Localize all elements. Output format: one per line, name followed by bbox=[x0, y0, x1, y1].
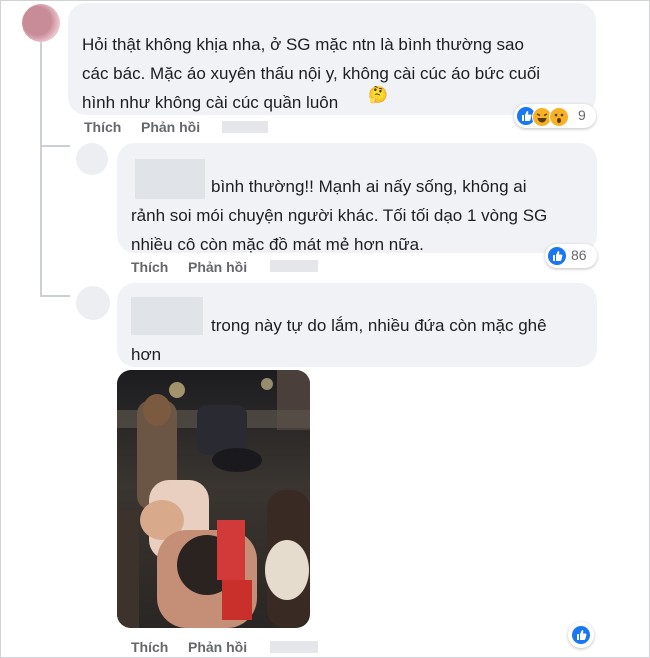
like-button[interactable]: Thích bbox=[131, 639, 168, 655]
like-button[interactable]: Thích bbox=[84, 119, 121, 135]
reaction-summary[interactable]: 86 bbox=[545, 244, 597, 268]
avatar[interactable] bbox=[76, 143, 108, 175]
like-button[interactable]: Thích bbox=[131, 259, 168, 275]
reply-button[interactable]: Phản hồi bbox=[141, 119, 200, 135]
timestamp-redacted bbox=[270, 260, 318, 272]
reaction-count: 86 bbox=[571, 247, 587, 263]
wow-icon bbox=[549, 107, 569, 127]
thread-line-branch-1 bbox=[40, 145, 70, 147]
thinking-emoji: 🤔 bbox=[368, 87, 388, 104]
thread-line-main bbox=[40, 42, 42, 296]
timestamp-redacted bbox=[222, 121, 268, 133]
reply-button[interactable]: Phản hồi bbox=[188, 639, 247, 655]
comment-text: Hỏi thật không khịa nha, ở SG mặc ntn là… bbox=[82, 35, 541, 112]
comment-text: trong này tự do lắm, nhiều đứa còn mặc g… bbox=[131, 316, 547, 364]
comment-text: bình thường!! Mạnh ai nấy sống, không ai… bbox=[131, 177, 548, 254]
reply-button[interactable]: Phản hồi bbox=[188, 259, 247, 275]
reaction-count: 9 bbox=[578, 107, 586, 123]
comment-bubble: bình thường!! Mạnh ai nấy sống, không ai… bbox=[117, 143, 597, 254]
like-icon bbox=[572, 626, 590, 644]
attached-photo[interactable] bbox=[117, 370, 310, 628]
like-icon bbox=[548, 247, 566, 265]
thread-line-branch-2 bbox=[40, 295, 70, 297]
night-street-photo bbox=[117, 370, 310, 628]
timestamp-redacted bbox=[270, 641, 318, 653]
avatar[interactable] bbox=[76, 286, 110, 320]
avatar[interactable] bbox=[22, 4, 60, 42]
comment-bubble: Hỏi thật không khịa nha, ở SG mặc ntn là… bbox=[68, 3, 596, 115]
reaction-summary[interactable] bbox=[568, 622, 594, 648]
comment-bubble: trong này tự do lắm, nhiều đứa còn mặc g… bbox=[117, 283, 597, 367]
reaction-summary[interactable]: 9 bbox=[514, 104, 596, 128]
